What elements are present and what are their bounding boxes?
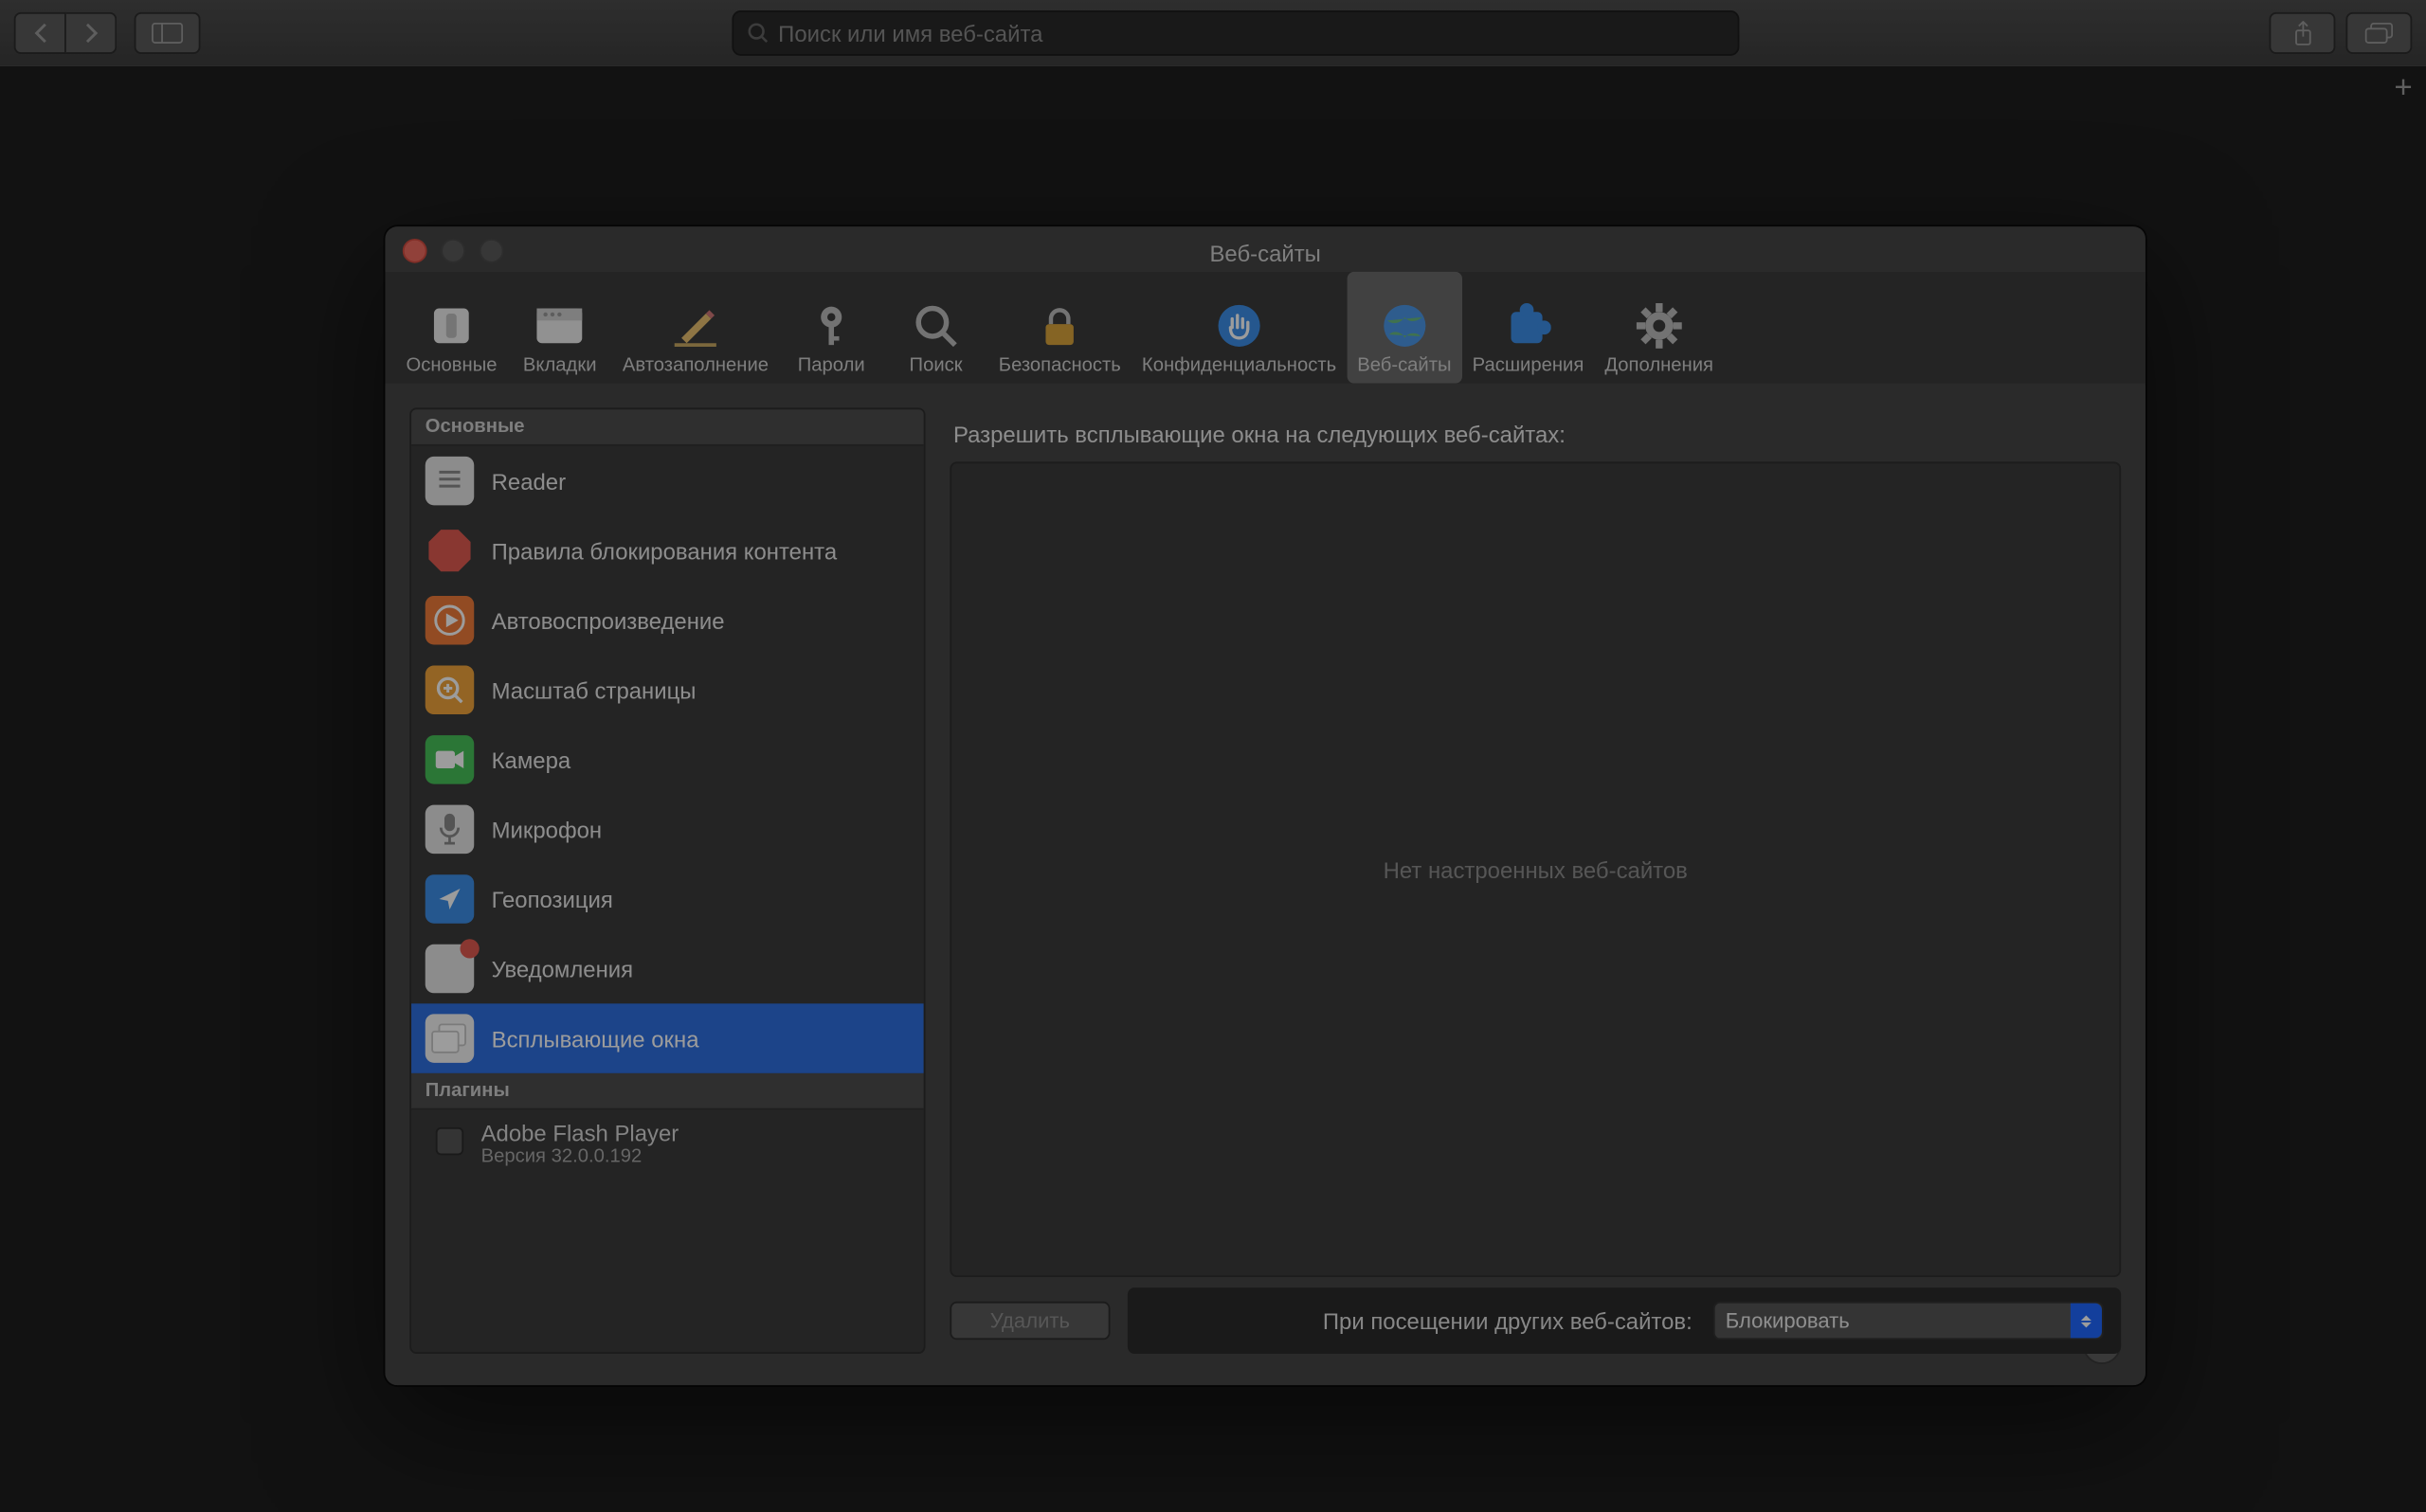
close-window-button[interactable] [403, 239, 427, 263]
sidebar-section-plugins: Плагины [411, 1073, 924, 1110]
back-button[interactable] [14, 12, 66, 54]
sidebar-button[interactable] [135, 12, 201, 54]
prefs-titlebar: Веб-сайты [385, 226, 2145, 272]
sidebar-item-autoplay[interactable]: Автовоспроизведение [411, 585, 924, 656]
hand-icon [1213, 299, 1265, 351]
remove-button[interactable]: Удалить [950, 1302, 1110, 1340]
plugin-version: Версия 32.0.0.192 [481, 1146, 910, 1167]
new-tab-button[interactable]: + [2381, 66, 2426, 108]
empty-placeholder: Нет настроенных веб-сайтов [1384, 856, 1688, 883]
websites-sidebar: Основные Reader Правила блокирования кон… [409, 407, 925, 1354]
puzzle-icon [1502, 299, 1554, 351]
play-icon [425, 596, 474, 644]
rule-label: При посещении других веб-сайтов: [1323, 1307, 1693, 1334]
tabs-button[interactable] [2345, 12, 2412, 54]
tab-autofill[interactable]: Автозаполнение [612, 272, 779, 384]
plugin-checkbox[interactable] [436, 1127, 463, 1155]
minimize-window-button[interactable] [441, 239, 465, 263]
plugin-flash[interactable]: Adobe Flash Player Версия 32.0.0.192 [411, 1110, 924, 1179]
url-bar[interactable]: Поиск или имя веб-сайта [732, 10, 1739, 56]
reader-icon [425, 457, 474, 505]
pencil-icon [669, 299, 721, 351]
tab-extensions[interactable]: Расширения [1462, 272, 1595, 384]
sidebar-section-general: Основные [411, 409, 924, 446]
chevron-updown-icon [2071, 1304, 2102, 1339]
search-icon [747, 23, 768, 44]
plugin-name: Adobe Flash Player [481, 1121, 910, 1147]
sidebar-item-popups[interactable]: Всплывающие окна [411, 1003, 924, 1073]
tab-websites[interactable]: Веб-сайты [1347, 272, 1461, 384]
zoom-window-button[interactable] [480, 239, 504, 263]
zoom-icon [425, 666, 474, 714]
switch-icon [425, 299, 478, 351]
sidebar-item-camera[interactable]: Камера [411, 725, 924, 795]
tab-tabs[interactable]: Вкладки [508, 272, 612, 384]
sidebar-item-reader[interactable]: Reader [411, 446, 924, 516]
key-icon [806, 299, 858, 351]
websites-content: Разрешить всплывающие окна на следующих … [950, 407, 2121, 1354]
sidebar-item-notifications[interactable]: Уведомления [411, 934, 924, 1004]
url-placeholder: Поиск или имя веб-сайта [778, 20, 1042, 46]
magnifier-icon [910, 299, 962, 351]
tab-security[interactable]: Безопасность [988, 272, 1132, 384]
microphone-icon [425, 805, 474, 854]
windows-icon [425, 1014, 474, 1062]
lock-icon [1034, 299, 1086, 351]
configured-websites-list[interactable]: Нет настроенных веб-сайтов [950, 461, 2121, 1277]
sidebar-item-microphone[interactable]: Микрофон [411, 795, 924, 865]
share-button[interactable] [2270, 12, 2336, 54]
tab-search[interactable]: Поиск [883, 272, 987, 384]
prefs-toolbar: Основные Вкладки Автозаполнение Пароли П… [385, 272, 2145, 386]
content-heading: Разрешить всплывающие окна на следующих … [950, 407, 2121, 461]
rule-select[interactable]: Блокировать [1713, 1302, 2104, 1340]
location-icon [425, 874, 474, 923]
stop-icon [425, 526, 474, 574]
prefs-title: Веб-сайты [1209, 240, 1320, 266]
rule-value: Блокировать [1726, 1308, 1850, 1333]
sidebar-item-page-zoom[interactable]: Масштаб страницы [411, 656, 924, 726]
tab-advanced[interactable]: Дополнения [1594, 272, 1724, 384]
globe-icon [1378, 299, 1430, 351]
sidebar-item-location[interactable]: Геопозиция [411, 864, 924, 934]
preferences-window: Веб-сайты Основные Вкладки Автозаполнени… [385, 226, 2145, 1385]
tab-privacy[interactable]: Конфиденциальность [1132, 272, 1347, 384]
gear-icon [1633, 299, 1685, 351]
camera-icon [425, 735, 474, 783]
forward-button[interactable] [66, 12, 117, 54]
tab-general[interactable]: Основные [395, 272, 507, 384]
window-icon [534, 299, 586, 351]
default-rule-bar: При посещении других веб-сайтов: Блокиро… [1128, 1287, 2121, 1354]
safari-toolbar: Поиск или имя веб-сайта [0, 0, 2426, 68]
sidebar-item-content-blockers[interactable]: Правила блокирования контента [411, 515, 924, 585]
tab-passwords[interactable]: Пароли [779, 272, 883, 384]
notifications-icon [425, 945, 474, 993]
